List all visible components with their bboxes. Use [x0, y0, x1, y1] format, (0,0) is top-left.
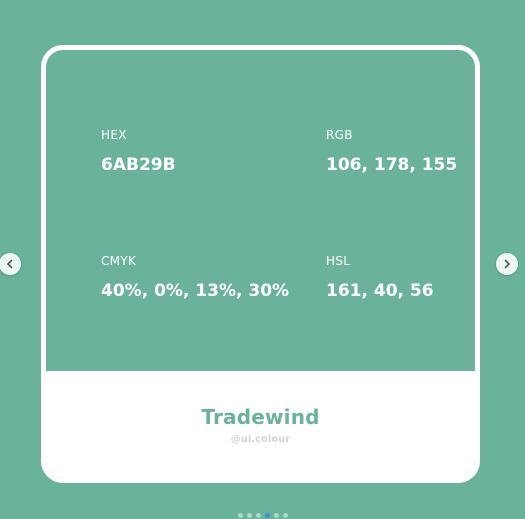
carousel-indicator — [0, 513, 525, 518]
carousel-dot[interactable] — [255, 513, 261, 518]
color-name: Tradewind — [201, 405, 320, 429]
hex-field: HEX 6AB29B — [101, 128, 176, 175]
carousel-prev-button[interactable] — [0, 253, 21, 275]
cmyk-label: CMYK — [101, 254, 137, 268]
carousel-dot[interactable] — [237, 513, 243, 518]
rgb-value: 106, 178, 155 — [326, 155, 458, 175]
carousel-next-button[interactable] — [496, 253, 518, 275]
cmyk-field: CMYK 40%, 0%, 13%, 30% — [101, 254, 289, 301]
color-swatch: HEX 6AB29B RGB 106, 178, 155 CMYK 40%, 0… — [46, 50, 475, 376]
hex-value: 6AB29B — [101, 155, 176, 175]
carousel-dot[interactable] — [282, 513, 288, 518]
color-card: HEX 6AB29B RGB 106, 178, 155 CMYK 40%, 0… — [41, 45, 480, 483]
hex-label: HEX — [101, 128, 127, 142]
hsl-value: 161, 40, 56 — [326, 281, 434, 301]
cmyk-value: 40%, 0%, 13%, 30% — [101, 281, 290, 301]
rgb-label: RGB — [326, 128, 353, 142]
author-handle: @ui.colour — [230, 434, 291, 445]
carousel-dot[interactable] — [246, 513, 252, 518]
carousel-stage: HEX 6AB29B RGB 106, 178, 155 CMYK 40%, 0… — [0, 0, 525, 519]
rgb-field: RGB 106, 178, 155 — [326, 128, 457, 175]
chevron-left-icon — [7, 259, 13, 269]
carousel-dot[interactable] — [264, 513, 270, 518]
card-footer: Tradewind @ui.colour — [46, 371, 475, 478]
carousel-dot[interactable] — [273, 513, 279, 518]
hsl-label: HSL — [326, 254, 351, 268]
hsl-field: HSL 161, 40, 56 — [326, 254, 434, 301]
chevron-right-icon — [504, 259, 510, 269]
